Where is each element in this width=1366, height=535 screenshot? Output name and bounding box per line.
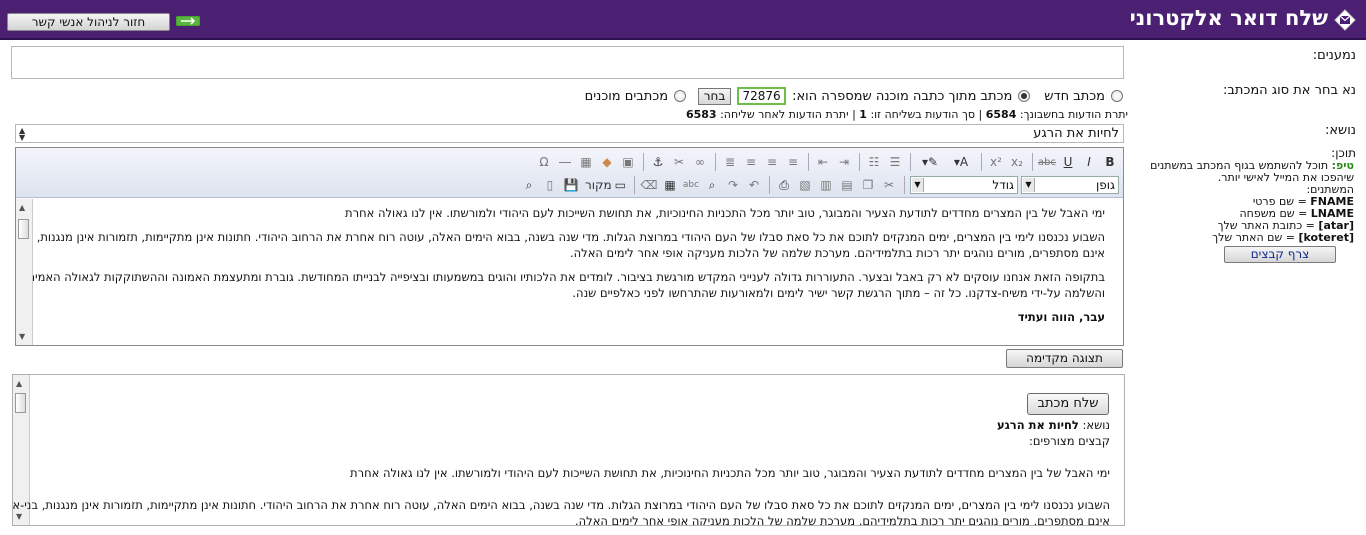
align-right-icon[interactable]: ≡ xyxy=(784,153,802,171)
balance-value: 6584 xyxy=(985,108,1017,121)
preview-subject: נושא: לחיות את הרגע xyxy=(996,418,1110,432)
header-bar: שלח דואר אלקטרוני חזור לניהול אנשי קשר xyxy=(0,0,1366,40)
preview-paragraph-2b: אינם מסתפרים, מורים נוהגים יתר רכות בתלמ… xyxy=(575,514,1110,526)
preview-button[interactable]: תצוגה מקדימה xyxy=(1006,349,1123,368)
new-letter-radio[interactable] xyxy=(1111,90,1123,102)
subject-label: נושא: xyxy=(1324,123,1356,138)
attach-files-button[interactable]: צרף קבצים xyxy=(1224,246,1336,263)
subscript-icon[interactable]: x₂ xyxy=(1008,153,1026,171)
highlight-icon[interactable]: ✎▾ xyxy=(916,153,944,171)
sending-label: סך הודעות בשליחה זו: xyxy=(870,108,976,121)
remove-format-icon[interactable]: ⌫ xyxy=(640,176,658,194)
unlink-icon[interactable]: ✂ xyxy=(670,153,688,171)
bold-icon[interactable]: B xyxy=(1101,153,1119,171)
source-label: מקור xyxy=(584,178,612,192)
save-icon[interactable]: 💾 xyxy=(562,176,580,194)
tips-panel: טיפ: תוכל להשתמש בגוף המכתב במשתנים שיהפ… xyxy=(1144,160,1354,244)
balance-label: יתרת הודעות בחשבונך: xyxy=(1019,108,1128,121)
special-char-icon[interactable]: Ω xyxy=(535,153,553,171)
quota-line: יתרת הודעות בחשבונך: 6584 | סך הודעות בש… xyxy=(685,108,1128,121)
template-letter-radio[interactable] xyxy=(1018,90,1031,102)
underline-icon[interactable]: U xyxy=(1059,153,1077,171)
resize-icon[interactable]: ▲ ▼ xyxy=(19,127,25,142)
editor-toolbar: B I U abc x₂ x² A▾ ✎▾ ☰ ☷ ⇥ ⇤ ≡ ≡ ≡ ≣ ∞ … xyxy=(16,148,1123,198)
print-icon[interactable]: ⎙ xyxy=(775,176,793,194)
template-number-input[interactable]: 72876 xyxy=(737,87,787,105)
tip-text: תוכל להשתמש בגוף המכתב במשתנים שיהפכו את… xyxy=(1150,159,1354,184)
letter-type-options: מכתב חדש מכתב מתוך כתבה מוכנה שמספרה הוא… xyxy=(585,86,1123,106)
undo-icon[interactable]: ↶ xyxy=(745,176,763,194)
numbered-list-icon[interactable]: ☰ xyxy=(886,153,904,171)
after-label: יתרת הודעות לאחר שליחה: xyxy=(720,108,849,121)
body-paragraph-1: ימי האבל של בין המצרים מחדדים לתודעת הצע… xyxy=(345,206,1105,220)
preview-content: נושא: לחיות את הרגע קבצים מצורפים: ימי ה… xyxy=(12,417,1110,526)
bullet-list-icon[interactable]: ☷ xyxy=(865,153,883,171)
paste-icon[interactable]: ▤ xyxy=(838,176,856,194)
preview-attachments: קבצים מצורפים: xyxy=(1028,434,1110,448)
flash-icon[interactable]: ◆ xyxy=(598,153,616,171)
ready-letters-label: מכתבים מוכנים xyxy=(584,88,669,104)
sending-value: 1 xyxy=(859,108,867,121)
new-letter-label: מכתב חדש xyxy=(1044,88,1105,104)
subject-input[interactable]: לחיות את הרגע ▲ ▼ xyxy=(15,124,1124,143)
preview-pane: ▲ ▼ שלח מכתב נושא: לחיות את הרגע קבצים מ… xyxy=(12,374,1125,526)
content-label: תוכן: xyxy=(1331,146,1356,160)
superscript-icon[interactable]: x² xyxy=(987,153,1005,171)
send-letter-button[interactable]: שלח מכתב xyxy=(1027,393,1109,415)
image-icon[interactable]: ▣ xyxy=(619,153,637,171)
letter-type-label: נא בחר את סוג המכתב: xyxy=(1223,83,1356,98)
template-letter-label: מכתב מתוך כתבה מוכנה שמספרה הוא: xyxy=(792,88,1013,104)
select-all-icon[interactable]: ▦ xyxy=(661,176,679,194)
after-value: 6583 xyxy=(685,108,717,121)
spellcheck-icon[interactable]: abc xyxy=(682,176,700,194)
copy-icon[interactable]: ❐ xyxy=(859,176,877,194)
anchor-icon[interactable]: ⚓ xyxy=(649,153,667,171)
paste-text-icon[interactable]: ▥ xyxy=(817,176,835,194)
toolbar-row-1: B I U abc x₂ x² A▾ ✎▾ ☰ ☷ ⇥ ⇤ ≡ ≡ ≡ ≣ ∞ … xyxy=(535,151,1119,173)
paste-word-icon[interactable]: ▧ xyxy=(796,176,814,194)
preview-paragraph-2a: השבוע נכנסנו לימי בין המצרים, ימים המנקז… xyxy=(12,498,1110,512)
editor-scrollbar[interactable]: ▲ ▼ xyxy=(16,199,33,345)
indent-icon[interactable]: ⇥ xyxy=(835,153,853,171)
preview-paragraph-1: ימי האבל של בין המצרים מחדדים לתודעת הצע… xyxy=(350,466,1110,480)
new-page-icon[interactable]: ▯ xyxy=(541,176,559,194)
body-paragraph-2: השבוע נכנסנו לימי בין המצרים, ימים המנקז… xyxy=(16,230,1105,260)
font-select[interactable]: גופן ▼ xyxy=(1021,176,1119,194)
tip-line: טיפ: תוכל להשתמש בגוף המכתב במשתנים שיהפ… xyxy=(1144,160,1354,184)
preview-icon[interactable]: ⌕ xyxy=(520,176,538,194)
align-center-icon[interactable]: ≡ xyxy=(763,153,781,171)
size-select[interactable]: גודל ▼ xyxy=(910,176,1018,194)
body-heading: עבר, הווה ועתיד xyxy=(1017,310,1105,324)
rich-text-editor: B I U abc x₂ x² A▾ ✎▾ ☰ ☷ ⇥ ⇤ ≡ ≡ ≡ ≣ ∞ … xyxy=(15,147,1124,346)
recipients-field[interactable] xyxy=(11,46,1124,79)
text-color-icon[interactable]: A▾ xyxy=(947,153,975,171)
editor-content[interactable]: ימי האבל של בין המצרים מחדדים לתודעת הצע… xyxy=(16,199,1123,345)
subject-value: לחיות את הרגע xyxy=(1033,126,1119,141)
green-arrow-icon[interactable] xyxy=(176,16,200,26)
back-to-contacts-button[interactable]: חזור לניהול אנשי קשר xyxy=(7,13,170,31)
link-icon[interactable]: ∞ xyxy=(691,153,709,171)
cut-icon[interactable]: ✂ xyxy=(880,176,898,194)
horizontal-rule-icon[interactable]: ― xyxy=(556,153,574,171)
outdent-icon[interactable]: ⇤ xyxy=(814,153,832,171)
justify-icon[interactable]: ≣ xyxy=(721,153,739,171)
source-button[interactable]: ▭ מקור xyxy=(583,176,628,194)
align-left-icon[interactable]: ≡ xyxy=(742,153,760,171)
source-icon: ▭ xyxy=(614,178,626,192)
table-icon[interactable]: ▦ xyxy=(577,153,595,171)
redo-icon[interactable]: ↷ xyxy=(724,176,742,194)
strikethrough-icon[interactable]: abc xyxy=(1038,153,1056,171)
var-koteret: [koteret] = שם האתר שלך xyxy=(1212,231,1354,244)
body-paragraph-3: בתקופה הזאת אנחנו עוסקים לא רק באבל ובצע… xyxy=(17,270,1105,300)
envelope-icon xyxy=(1334,9,1356,31)
recipients-label: נמענים: xyxy=(1312,48,1356,63)
find-icon[interactable]: ⌕ xyxy=(703,176,721,194)
page-title: שלח דואר אלקטרוני xyxy=(1129,6,1328,30)
choose-button[interactable]: בחר xyxy=(698,87,732,105)
ready-letters-radio[interactable] xyxy=(674,90,687,102)
italic-icon[interactable]: I xyxy=(1080,153,1098,171)
toolbar-row-2: גופן ▼ גודל ▼ ✂ ❐ ▤ ▥ ▧ ⎙ ↶ ↷ ⌕ abc ▦ ⌫ ▭ מ… xyxy=(520,174,1119,196)
